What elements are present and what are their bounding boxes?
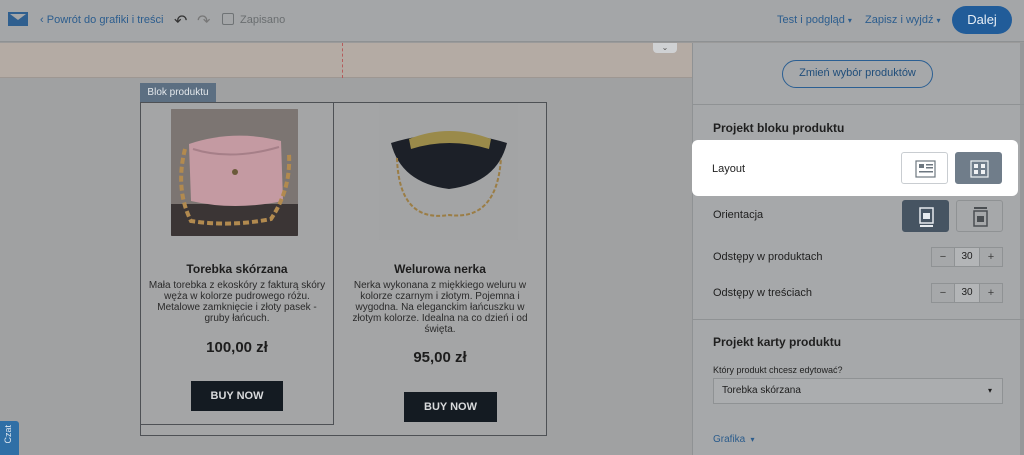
product-image [171,109,298,236]
save-icon [222,13,234,25]
increment-button[interactable]: + [980,284,1002,302]
product-name: Welurowa nerka [394,262,486,276]
header-strip: ⌄ [0,43,692,78]
top-bar: ‹ Powrót do grafiki i treści ↶ ↷ Zapisan… [0,0,1024,42]
save-exit-label: Zapisz i wyjdź [865,14,934,26]
next-button[interactable]: Dalej [952,6,1012,34]
test-preview-menu[interactable]: Test i podgląd ▾ [777,14,852,26]
chevron-down-icon: ▾ [936,16,941,25]
card-design-title: Projekt karty produktu [713,335,842,349]
increment-button[interactable]: + [980,248,1002,266]
chevron-down-icon: ▾ [987,386,992,395]
envelope-logo-icon[interactable] [8,12,28,26]
content-spacing-value[interactable]: 30 [954,284,980,302]
product-image [379,103,518,240]
edit-product-question: Który produkt chcesz edytować? [713,365,843,375]
undo-icon[interactable]: ↶ [174,11,187,31]
layout-list-option[interactable] [901,152,948,184]
orientation-image-top-option[interactable] [902,200,949,232]
product-description: Mała torebka z ekoskóry z fakturą skóry … [148,280,326,324]
save-exit-menu[interactable]: Zapisz i wyjdź ▾ [865,14,940,26]
selected-product-value: Torebka skórzana [722,385,801,396]
test-preview-label: Test i podgląd [777,14,845,26]
layout-setting-card: Layout [692,140,1018,196]
editor-canvas: ⌄ Blok produktu Torebka skórzana Mała to… [0,43,692,455]
product-block-tab[interactable]: Blok produktu [140,83,216,102]
guide-line [342,43,343,78]
product-spacing-stepper[interactable]: − 30 + [931,247,1003,267]
orientation-image-bottom-option[interactable] [956,200,1003,232]
product-select[interactable]: Torebka skórzana ▾ [713,378,1003,404]
chevron-left-icon: ‹ [40,14,47,26]
change-products-button[interactable]: Zmień wybór produktów [782,60,933,88]
chat-label: Czat [3,425,13,444]
content-spacing-label: Odstępy w treściach [713,287,813,299]
chevron-down-icon: ▾ [748,435,755,444]
product-card[interactable]: Welurowa nerka Nerka wykonana z miękkieg… [334,103,546,435]
buy-now-button[interactable]: BUY NOW [404,392,497,422]
settings-panel: Zmień wybór produktów Projekt bloku prod… [692,43,1024,455]
layout-label: Layout [712,163,746,175]
decrement-button[interactable]: − [932,284,954,302]
decrement-button[interactable]: − [932,248,954,266]
product-price: 95,00 zł [413,349,467,366]
grafika-label: Grafika [713,434,746,445]
chevron-down-icon: ▾ [847,16,852,25]
redo-icon[interactable]: ↷ [197,11,210,31]
content-spacing-stepper[interactable]: − 30 + [931,283,1003,303]
layout-grid-option[interactable] [955,152,1002,184]
product-block[interactable]: Torebka skórzana Mała torebka z ekoskóry… [140,102,547,436]
product-card[interactable]: Torebka skórzana Mała torebka z ekoskóry… [141,103,334,425]
buy-now-button[interactable]: BUY NOW [191,381,283,411]
product-price: 100,00 zł [206,339,268,356]
divider [693,319,1024,320]
product-spacing-value[interactable]: 30 [954,248,980,266]
save-status: Zapisano [240,14,286,26]
divider [693,104,1024,105]
orientation-label: Orientacja [713,209,764,221]
back-link-label: Powrót do grafiki i treści [46,14,164,26]
product-spacing-label: Odstępy w produktach [713,251,823,263]
chevron-down-icon[interactable]: ⌄ [653,43,677,53]
block-design-title: Projekt bloku produktu [713,121,845,135]
back-to-design-link[interactable]: ‹ Powrót do grafiki i treści [40,14,164,26]
product-description: Nerka wykonana z miękkiego weluru w kolo… [352,280,528,335]
grafika-section-toggle[interactable]: Grafika ▾ [713,434,754,445]
chat-tab[interactable]: Czat [0,421,19,455]
product-name: Torebka skórzana [186,262,288,276]
